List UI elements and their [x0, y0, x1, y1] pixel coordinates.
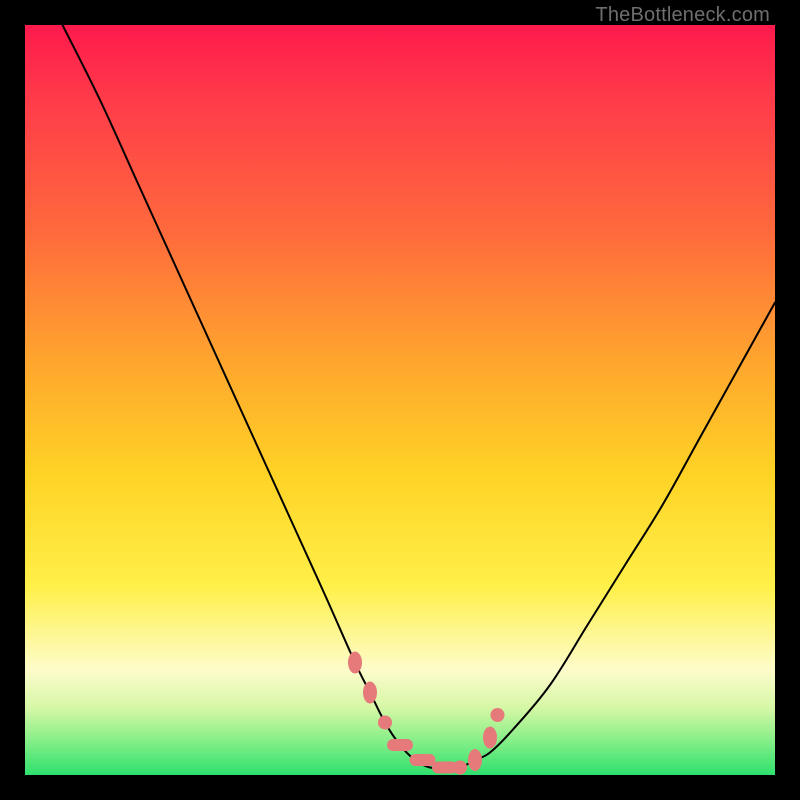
curve-marker: [453, 761, 467, 775]
curve-marker: [483, 727, 497, 749]
chart-plot-area: [25, 25, 775, 775]
bottleneck-curve: [63, 25, 776, 768]
curve-marker: [387, 739, 413, 751]
marker-group: [348, 652, 505, 775]
chart-frame: TheBottleneck.com: [0, 0, 800, 800]
curve-marker: [348, 652, 362, 674]
curve-marker: [410, 754, 436, 766]
curve-marker: [491, 708, 505, 722]
bottleneck-curve-svg: [25, 25, 775, 775]
watermark-text: TheBottleneck.com: [595, 4, 770, 27]
curve-marker: [378, 716, 392, 730]
curve-marker: [468, 749, 482, 771]
curve-marker: [363, 682, 377, 704]
